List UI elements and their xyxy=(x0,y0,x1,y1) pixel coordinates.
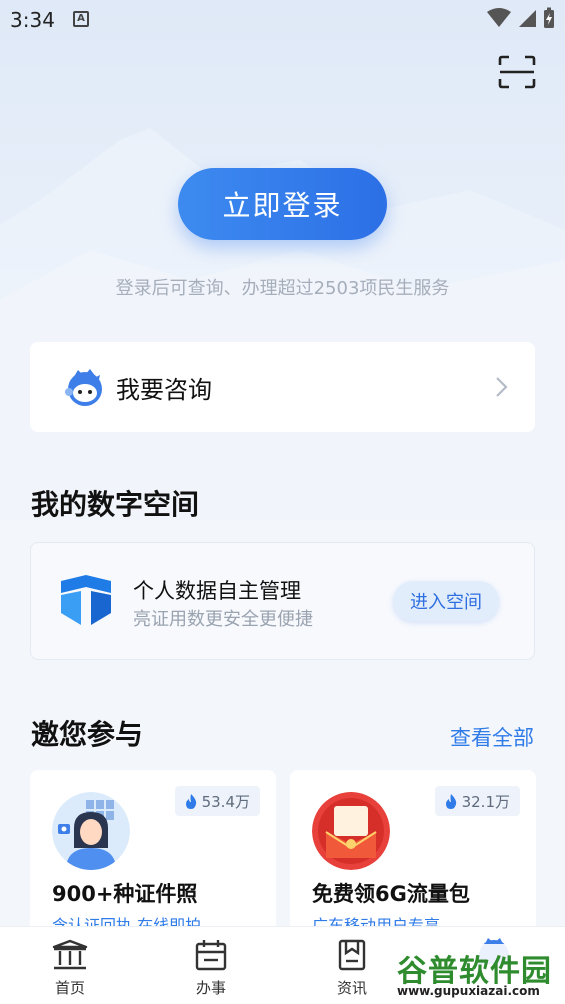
id-photo-illustration xyxy=(52,792,130,870)
card-title: 900+种证件照 xyxy=(52,882,198,906)
login-button[interactable]: 立即登录 xyxy=(178,168,387,240)
data-package-illustration xyxy=(312,792,390,870)
calendar-icon xyxy=(195,940,227,971)
tab-label: 资讯 xyxy=(336,979,367,997)
digital-space-heading: 我的数字空间 xyxy=(31,488,200,521)
digital-space-logo-icon xyxy=(61,575,111,625)
assistant-avatar-icon xyxy=(65,369,102,406)
consult-label: 我要咨询 xyxy=(116,376,212,404)
digital-space-title: 个人数据自主管理 xyxy=(133,579,301,603)
tab-news[interactable]: 资讯 xyxy=(312,927,392,1004)
watermark-url: www.gupuxiazai.com xyxy=(397,984,540,998)
tab-label: 办事 xyxy=(195,979,226,997)
status-bar: 3:34 A xyxy=(0,0,565,38)
battery-icon xyxy=(544,7,554,28)
participant-count-badge: 32.1万 xyxy=(434,786,520,816)
notification-icon: A xyxy=(73,11,89,27)
card-title: 免费领6G流量包 xyxy=(312,882,470,906)
see-all-link[interactable]: 查看全部 xyxy=(450,722,534,752)
tab-services[interactable]: 办事 xyxy=(171,927,251,1004)
participate-card[interactable]: 53.4万 900+种证件照 含认证回执 在线即拍 xyxy=(30,770,276,940)
wifi-icon xyxy=(487,8,511,27)
signal-icon xyxy=(519,10,536,27)
watermark: 谷普软件园 www.gupuxiazai.com xyxy=(393,944,563,1002)
participate-heading: 邀您参与 xyxy=(31,718,144,751)
status-time: 3:34 xyxy=(10,8,55,32)
consult-card[interactable]: 我要咨询 xyxy=(30,342,535,432)
scan-icon[interactable] xyxy=(498,55,536,89)
flame-icon xyxy=(185,793,196,809)
digital-space-card[interactable]: 个人数据自主管理 亮证用数更安全更便捷 进入空间 xyxy=(30,542,535,660)
tab-home[interactable]: 首页 xyxy=(30,927,110,1004)
enter-space-button[interactable]: 进入空间 xyxy=(393,581,499,621)
participate-card[interactable]: 32.1万 免费领6G流量包 广东移动用户专享 xyxy=(290,770,536,940)
chevron-right-icon xyxy=(496,377,508,397)
news-icon xyxy=(338,939,366,971)
digital-space-subtitle: 亮证用数更安全更便捷 xyxy=(133,609,313,630)
home-icon xyxy=(52,939,88,970)
mountain-decoration xyxy=(0,128,565,520)
flame-icon xyxy=(445,793,456,809)
participant-count-badge: 53.4万 xyxy=(174,786,260,816)
badge-count: 32.1万 xyxy=(461,792,510,811)
system-icons xyxy=(487,7,555,29)
badge-count: 53.4万 xyxy=(201,792,250,811)
tab-label: 首页 xyxy=(54,979,85,997)
login-hint: 登录后可查询、办理超过2503项民生服务 xyxy=(115,278,450,299)
